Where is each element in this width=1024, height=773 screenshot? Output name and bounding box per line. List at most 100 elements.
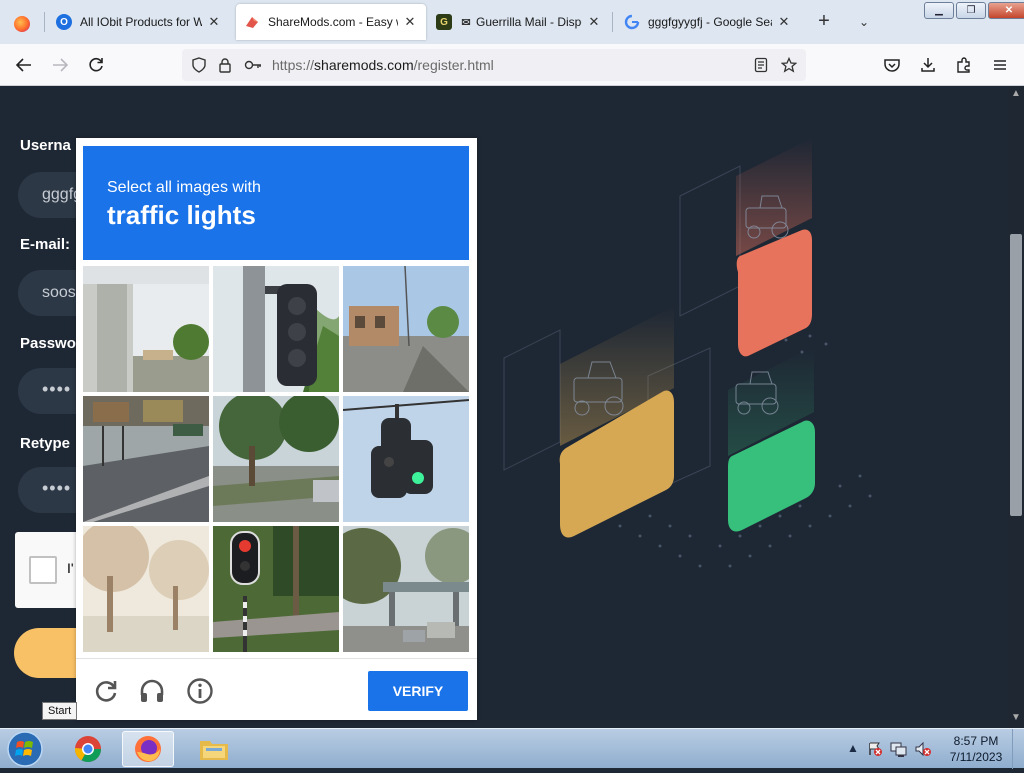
- captcha-tile-8[interactable]: [213, 526, 339, 652]
- captcha-tile-5[interactable]: [213, 396, 339, 522]
- tab-strip: O All IObit Products for Wir ✕ ShareMods…: [0, 0, 1024, 44]
- firefox-icon: [14, 16, 30, 32]
- new-tab-button[interactable]: +: [812, 10, 836, 34]
- captcha-tile-3[interactable]: [343, 266, 469, 392]
- captcha-image-grid: [83, 266, 469, 652]
- forward-arrow-icon: [53, 58, 69, 72]
- captcha-header: Select all images with traffic lights: [83, 146, 469, 260]
- start-tooltip: Start: [42, 702, 78, 720]
- folder-icon: [200, 741, 228, 760]
- clock-time: 8:57 PM: [953, 734, 999, 748]
- window-controls: ▁ ❐ ✕: [924, 2, 1024, 19]
- verify-button[interactable]: VERIFY: [368, 671, 468, 711]
- captcha-tile-4[interactable]: [83, 396, 209, 522]
- tab-separator: [44, 12, 45, 32]
- windows-orb-icon: [7, 731, 43, 767]
- taskbar-explorer[interactable]: [188, 731, 240, 767]
- hamburger-icon: [994, 60, 1006, 70]
- captcha-challenge: Select all images with traffic lights VE…: [76, 138, 477, 720]
- close-tab-icon[interactable]: ✕: [586, 14, 602, 30]
- clock-date: 7/11/2023: [949, 750, 1003, 764]
- url-path: /register.html: [413, 57, 494, 73]
- tab-google[interactable]: gggfgyygfj - Google Sear ✕: [616, 6, 800, 38]
- volume-muted-icon[interactable]: [914, 741, 932, 757]
- tab-list-button[interactable]: ⌄: [852, 10, 876, 34]
- reader-view-icon[interactable]: [752, 56, 770, 74]
- refresh-icon[interactable]: [92, 677, 120, 705]
- captcha-target: traffic lights: [107, 200, 256, 230]
- network-icon[interactable]: [890, 741, 908, 757]
- show-desktop-button[interactable]: [1012, 729, 1024, 769]
- username-label: Userna: [20, 137, 71, 154]
- pocket-icon: [884, 59, 900, 72]
- page-scrollbar[interactable]: ▲ ▼: [1008, 86, 1024, 728]
- captcha-instruction: Select all images with: [107, 179, 261, 196]
- tab-guerrilla[interactable]: G ✉ Guerrilla Mail - Dispos ✕: [428, 6, 610, 38]
- tab-separator: [612, 12, 613, 32]
- captcha-tile-1[interactable]: [83, 266, 209, 392]
- download-icon: [921, 58, 935, 72]
- scroll-thumb[interactable]: [1010, 234, 1022, 516]
- restore-button[interactable]: ❐: [956, 2, 986, 19]
- guerrilla-icon: G: [436, 14, 452, 30]
- close-tab-icon[interactable]: ✕: [402, 14, 418, 30]
- nav-bar: https://sharemods.com/register.html: [0, 44, 1024, 86]
- system-tray: ▲ 8:57 PM 7/11/2023: [840, 729, 1024, 769]
- retype-password-label: Retype: [20, 435, 71, 452]
- lock-icon[interactable]: [216, 56, 234, 74]
- sharemods-icon: [244, 14, 260, 30]
- firefox-taskbar-icon: [135, 736, 161, 762]
- action-center-icon[interactable]: [866, 741, 884, 757]
- iobit-icon: O: [56, 14, 72, 30]
- tab-sharemods[interactable]: ShareMods.com - Easy w ✕: [236, 4, 426, 40]
- clock[interactable]: 8:57 PM 7/11/2023: [944, 733, 1008, 765]
- menu-button[interactable]: [988, 53, 1012, 77]
- recaptcha-label: I': [67, 560, 74, 576]
- back-arrow-icon: [15, 58, 31, 72]
- tab-iobit[interactable]: O All IObit Products for Wir ✕: [48, 6, 230, 38]
- tab-title: gggfgyygfj - Google Sear: [648, 15, 772, 29]
- key-icon[interactable]: [244, 56, 262, 74]
- url-text[interactable]: https://sharemods.com/register.html: [272, 57, 494, 73]
- captcha-tile-9[interactable]: [343, 526, 469, 652]
- reload-button[interactable]: [84, 53, 108, 77]
- show-hidden-icons[interactable]: ▲: [844, 741, 862, 757]
- firefox-view-button[interactable]: [6, 8, 40, 40]
- url-host: sharemods.com: [314, 57, 414, 73]
- minimize-button[interactable]: ▁: [924, 2, 954, 19]
- captcha-footer: VERIFY: [76, 658, 477, 720]
- password-label: Passwo: [20, 335, 76, 352]
- close-window-button[interactable]: ✕: [988, 2, 1024, 19]
- tab-title: Guerrilla Mail - Dispos: [476, 15, 582, 29]
- google-icon: [624, 14, 640, 30]
- audio-challenge-icon[interactable]: [138, 677, 166, 705]
- close-tab-icon[interactable]: ✕: [206, 14, 222, 30]
- mail-icon: ✉: [461, 16, 471, 29]
- address-bar[interactable]: https://sharemods.com/register.html: [182, 49, 806, 81]
- back-button[interactable]: [12, 53, 36, 77]
- downloads-button[interactable]: [916, 53, 940, 77]
- close-tab-icon[interactable]: ✕: [776, 14, 792, 30]
- email-label: E-mail:: [20, 236, 71, 253]
- captcha-tile-6[interactable]: [343, 396, 469, 522]
- taskbar-chrome[interactable]: [62, 731, 114, 767]
- extensions-button[interactable]: [952, 53, 976, 77]
- hero-illustration: [503, 138, 872, 568]
- bookmark-star-icon[interactable]: [780, 56, 798, 74]
- url-scheme: https://: [272, 57, 315, 73]
- puzzle-icon: [957, 57, 970, 73]
- scroll-up-icon[interactable]: ▲: [1008, 88, 1024, 99]
- shield-icon[interactable]: [190, 56, 208, 74]
- captcha-tile-7[interactable]: [83, 526, 209, 652]
- taskbar: ▲ 8:57 PM 7/11/2023: [0, 728, 1024, 769]
- pocket-button[interactable]: [880, 53, 904, 77]
- start-button[interactable]: [4, 730, 46, 768]
- taskbar-firefox[interactable]: [122, 731, 174, 767]
- recaptcha-checkbox[interactable]: [29, 556, 57, 584]
- info-icon[interactable]: [186, 677, 214, 705]
- captcha-tile-2[interactable]: [213, 266, 339, 392]
- reload-icon: [89, 57, 103, 72]
- forward-button[interactable]: [48, 53, 72, 77]
- tab-title: All IObit Products for Wir: [80, 15, 202, 29]
- scroll-down-icon[interactable]: ▼: [1008, 712, 1024, 723]
